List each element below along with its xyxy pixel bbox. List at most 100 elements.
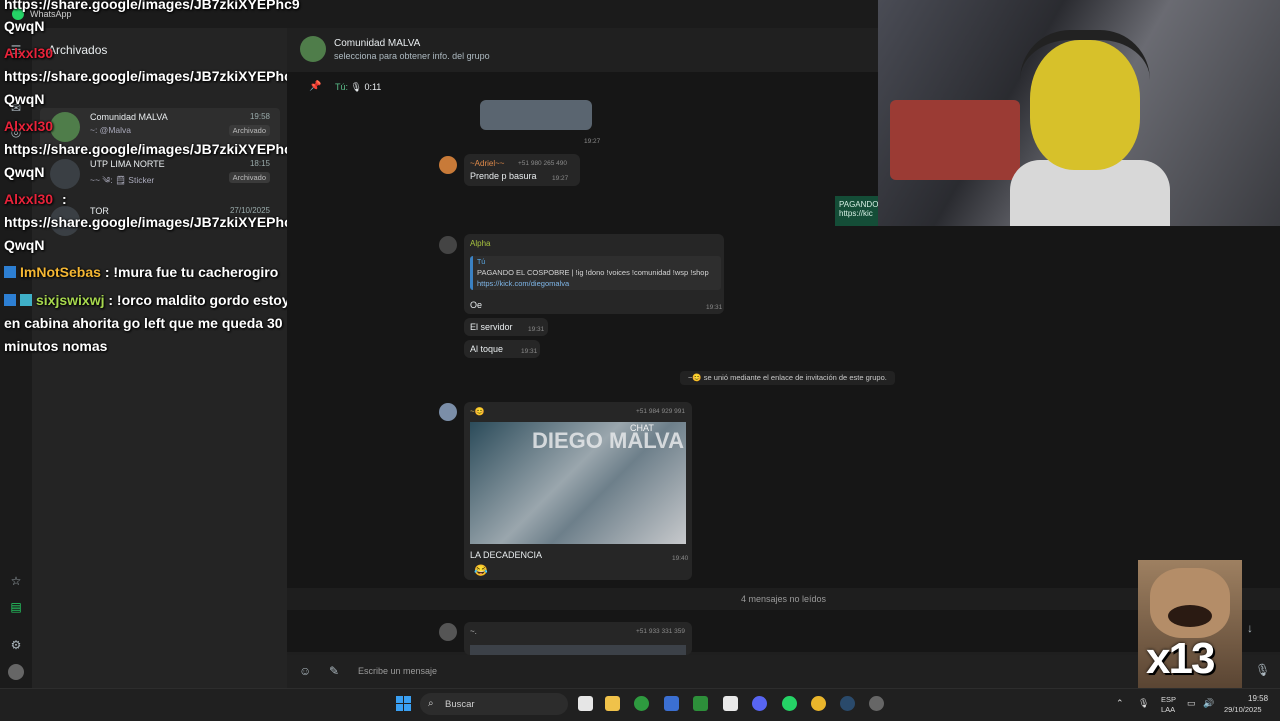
network-icon[interactable]: ▭ bbox=[1187, 698, 1196, 709]
overlay-text: minutos nomas bbox=[4, 338, 108, 354]
overlay-text: : !orco maldito gordo estoy bbox=[108, 292, 290, 308]
overlay-text: : !mura fue tu cacherogiro bbox=[104, 264, 279, 280]
taskbar-search[interactable] bbox=[420, 693, 568, 715]
quote-link[interactable]: https://kick.com/diegomalva bbox=[477, 279, 569, 288]
overlay-line: QwqN bbox=[4, 91, 45, 107]
attach-icon[interactable]: ✎ bbox=[329, 664, 339, 678]
badge-icon bbox=[4, 294, 16, 306]
avatar[interactable] bbox=[439, 623, 457, 641]
store-icon[interactable] bbox=[664, 696, 679, 711]
list-item-name: Comunidad MALVA bbox=[90, 112, 168, 122]
overlay-username: Alxxl30 bbox=[4, 118, 54, 134]
volume-icon[interactable]: 🔊 bbox=[1203, 698, 1214, 709]
message-time: 19:31 bbox=[706, 304, 723, 311]
message-sender[interactable]: ~😊 bbox=[470, 407, 485, 416]
message-time: 19:40 bbox=[672, 555, 689, 562]
scroll-down-icon[interactable]: ↓ bbox=[1247, 621, 1253, 635]
message-text: Al toque bbox=[470, 344, 504, 354]
input-language[interactable]: ESP bbox=[1161, 695, 1176, 704]
message-link[interactable]: https://kic bbox=[839, 209, 874, 218]
avatar bbox=[50, 159, 80, 189]
message-time: 19:27 bbox=[584, 138, 601, 145]
pinned-duration: 🎙 0:11 bbox=[350, 82, 382, 92]
message-time: 19:31 bbox=[528, 326, 545, 333]
message-text: Oe bbox=[470, 300, 483, 310]
overlay-colon: : bbox=[62, 191, 67, 207]
overlay-line: QwqN bbox=[4, 237, 45, 253]
list-item-name: UTP LIMA NORTE bbox=[90, 159, 165, 169]
group-avatar[interactable] bbox=[300, 36, 326, 62]
file-explorer-icon[interactable] bbox=[605, 696, 620, 711]
tray-mic-icon[interactable]: 🎙 bbox=[1138, 698, 1149, 709]
overlay-line: https://share.google/images/JB7zkiXYEPhc… bbox=[4, 0, 300, 12]
avatar[interactable] bbox=[439, 236, 457, 254]
pinned-message[interactable]: Tú: 🎙 0:11 bbox=[335, 82, 381, 93]
overlay-line: QwqN bbox=[4, 18, 45, 34]
overlay-line: QwqN bbox=[4, 164, 45, 180]
overlay-username: ImNotSebas bbox=[20, 264, 101, 280]
list-item-time: 19:58 bbox=[249, 112, 270, 121]
avatar[interactable] bbox=[439, 403, 457, 421]
starred-icon[interactable]: ☆ bbox=[8, 573, 24, 589]
unread-divider: 4 mensajes no leídos bbox=[287, 588, 1280, 610]
sender-phone: +51 984 929 991 bbox=[636, 408, 685, 415]
system-notice: ~😊 se unió mediante el enlace de invitac… bbox=[680, 371, 895, 385]
chrome-icon[interactable] bbox=[811, 696, 826, 711]
task-view-icon[interactable] bbox=[578, 696, 593, 711]
windows-start-icon[interactable] bbox=[396, 696, 412, 712]
message-sender[interactable]: ~Adriel~~ bbox=[470, 159, 504, 168]
pin-icon[interactable]: 📌 bbox=[309, 81, 321, 92]
meme-text: x13 bbox=[1146, 634, 1215, 683]
meme-mouth bbox=[1168, 605, 1212, 627]
clock-date[interactable]: 29/10/2025 bbox=[1224, 705, 1262, 714]
input-layout[interactable]: LAA bbox=[1161, 705, 1175, 714]
list-item-preview: ~~ ༄: 🗒 Sticker bbox=[90, 175, 155, 185]
discord-icon[interactable] bbox=[752, 696, 767, 711]
whatsapp-taskbar-icon[interactable] bbox=[782, 696, 797, 711]
message-text: El servidor bbox=[470, 322, 513, 332]
message-caption: LA DECADENCIA bbox=[470, 550, 543, 560]
app-icon[interactable] bbox=[723, 696, 738, 711]
xbox-icon[interactable] bbox=[634, 696, 649, 711]
badge-icon bbox=[4, 266, 16, 278]
message-sender[interactable]: ~. bbox=[470, 627, 477, 636]
archive-icon[interactable]: ▤ bbox=[8, 599, 24, 615]
pinned-sender: Tú: bbox=[335, 82, 349, 92]
image-attachment[interactable] bbox=[470, 645, 686, 655]
steam-icon[interactable] bbox=[840, 696, 855, 711]
excel-icon[interactable] bbox=[693, 696, 708, 711]
tray-chevron-icon[interactable]: ⌃ bbox=[1116, 698, 1124, 709]
profile-icon[interactable] bbox=[8, 664, 24, 680]
webcam-bed bbox=[890, 100, 1020, 180]
microphone-icon[interactable]: 🎙 bbox=[1255, 663, 1270, 677]
quote-text: PAGANDO EL COSPOBRE | !ig !dono !voices … bbox=[477, 268, 709, 277]
archived-badge: Archivado bbox=[228, 172, 270, 183]
reaction-emoji[interactable]: 😂 bbox=[474, 564, 488, 577]
search-icon: ⌕ bbox=[428, 698, 434, 709]
list-item-preview: ~: @Malva bbox=[90, 125, 131, 135]
overlay-line: https://share.google/images/JB7zkiXYEPhc… bbox=[4, 214, 300, 230]
image-message[interactable] bbox=[480, 100, 592, 130]
clock-time[interactable]: 19:58 bbox=[1248, 694, 1268, 703]
list-item-time: 18:15 bbox=[249, 159, 270, 168]
avatar[interactable] bbox=[439, 156, 457, 174]
outgoing-message-bubble: PAGANDO https://kic bbox=[835, 196, 878, 226]
message-time: 19:27 bbox=[552, 175, 569, 182]
emoji-icon[interactable]: ☺ bbox=[299, 664, 311, 678]
overlay-line: https://share.google/images/JB7zkiXYEPhc… bbox=[4, 141, 300, 157]
group-name[interactable]: Comunidad MALVA bbox=[334, 38, 420, 49]
app-icon[interactable] bbox=[869, 696, 884, 711]
settings-icon[interactable]: ⚙ bbox=[8, 637, 24, 653]
archived-badge: Archivado bbox=[228, 125, 270, 136]
message-text: PAGANDO bbox=[839, 200, 878, 209]
overlay-message: ImNotSebas : !mura fue tu cacherogiro bbox=[4, 264, 278, 280]
overlay-text: en cabina ahorita go left que me queda 3… bbox=[4, 315, 283, 331]
overlay-username: sixjswixwj bbox=[36, 292, 105, 308]
list-item[interactable]: UTP LIMA NORTE 18:15 ~~ ༄: 🗒 Sticker Arc… bbox=[40, 155, 280, 199]
message-time: 19:31 bbox=[521, 348, 538, 355]
message-sender[interactable]: Alpha bbox=[470, 239, 490, 248]
archived-header: Archivados bbox=[48, 43, 108, 57]
overlay-message: sixjswixwj : !orco maldito gordo estoy bbox=[4, 292, 290, 308]
sender-phone: +51 933 331 359 bbox=[636, 628, 685, 635]
message-input[interactable]: Escribe un mensaje bbox=[358, 666, 437, 676]
